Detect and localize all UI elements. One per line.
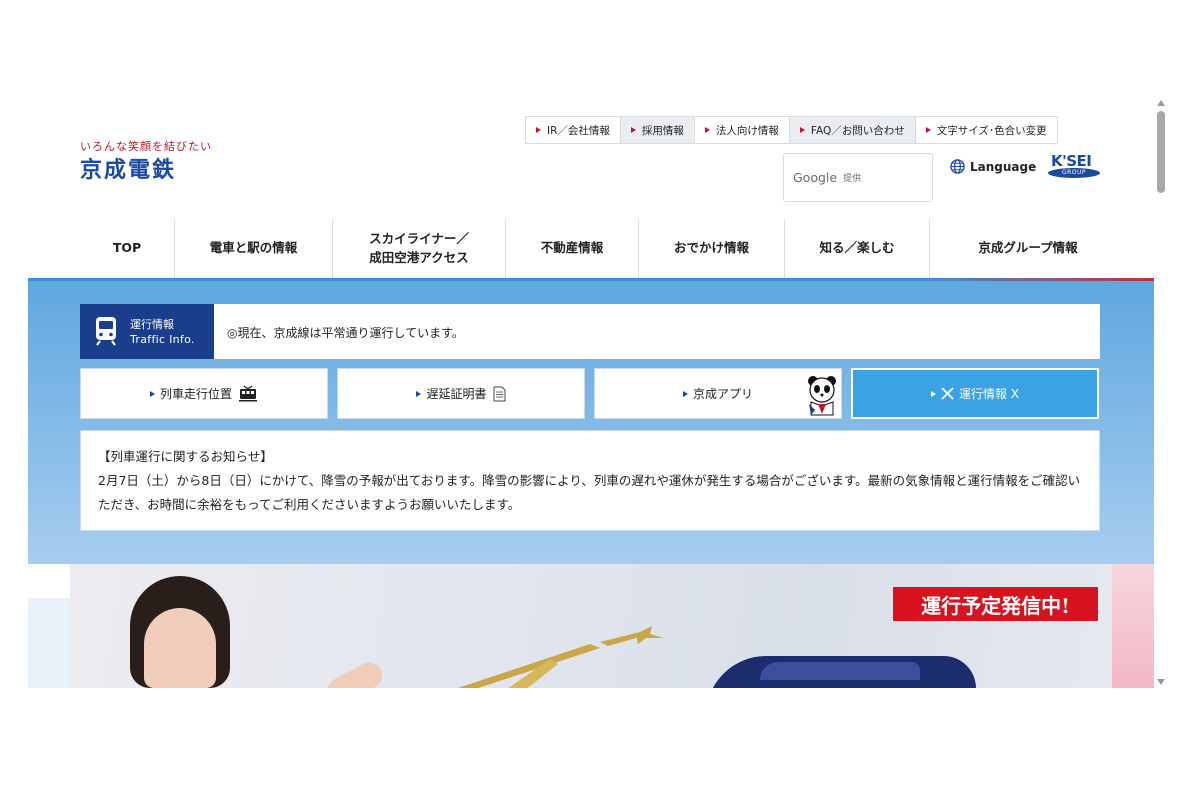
util-link-label: 採用情報 (641, 124, 684, 137)
arrow-right-icon (930, 390, 936, 397)
nav-train-station[interactable]: 電車と駅の情報 (175, 219, 333, 278)
train-location-button[interactable]: 列車走行位置 (80, 368, 328, 419)
hero-carousel[interactable]: 運行予定発信中! (28, 564, 1154, 688)
traffic-info-bar[interactable]: 運行情報 Traffic Info. ◎現在、京成線は平常通り運行しています。 (80, 304, 1100, 359)
train-icon (96, 317, 116, 346)
traffic-label-en: Traffic Info. (130, 333, 195, 346)
shortcut-buttons: 列車走行位置 遅延証明書 京成アプリ 運行情報 X (80, 368, 1100, 419)
globe-icon (950, 159, 965, 174)
scroll-down-icon[interactable] (1157, 679, 1165, 685)
util-link-label: 文字サイズ･色合い変更 (936, 124, 1047, 137)
util-link-label: FAQ／お問い合わせ (810, 124, 905, 137)
nav-real-estate[interactable]: 不動産情報 (506, 219, 639, 278)
browser-viewport: いろんな笑顔を結びたい 京成電鉄 IR／会社情報 採用情報 法人向け情報 FAQ… (28, 97, 1154, 688)
nav-learn-enjoy[interactable]: 知る／楽しむ (785, 219, 930, 278)
main-nav: TOP 電車と駅の情報 スカイライナー／ 成田空港アクセス 不動産情報 おでかけ… (80, 219, 1126, 278)
nav-top[interactable]: TOP (80, 219, 175, 278)
train-window (760, 662, 920, 680)
notice-body: 2月7日（土）から8日（日）にかけて、降雪の予報が出ております。降雪の影響により… (98, 473, 1081, 512)
scrollbar[interactable] (1154, 97, 1168, 688)
hero-next-slide[interactable] (1112, 564, 1154, 688)
delay-certificate-button[interactable]: 遅延証明書 (337, 368, 585, 419)
util-link-recruit[interactable]: 採用情報 (620, 117, 695, 143)
utility-links: IR／会社情報 採用情報 法人向け情報 FAQ／お問い合わせ 文字サイズ･色合い… (525, 116, 1058, 144)
scrollbar-thumb[interactable] (1157, 111, 1165, 193)
nav-group-info[interactable]: 京成グループ情報 (930, 219, 1126, 278)
train-icon (239, 385, 257, 401)
person-face (144, 608, 216, 688)
pointing-hand (323, 657, 387, 688)
util-link-text-size[interactable]: 文字サイズ･色合い変更 (916, 117, 1057, 143)
site-logo[interactable]: 京成電鉄 (80, 152, 176, 184)
notice-title: 【列車運行に関するお知らせ】 (98, 449, 273, 464)
search-provided-label: 提供 (843, 174, 862, 184)
service-notice: 【列車運行に関するお知らせ】 2月7日（土）から8日（日）にかけて、降雪の予報が… (80, 430, 1100, 531)
util-link-ir[interactable]: IR／会社情報 (526, 117, 621, 143)
arrow-right-icon (925, 127, 931, 133)
hero-image[interactable]: 運行予定発信中! (70, 564, 1112, 688)
keisei-app-button[interactable]: 京成アプリ (594, 368, 842, 419)
x-logo-icon (941, 387, 954, 400)
language-button[interactable]: Language (950, 159, 1036, 174)
arrow-right-icon (416, 390, 422, 397)
util-link-faq[interactable]: FAQ／お問い合わせ (789, 117, 916, 143)
shortcut-label: 京成アプリ (692, 387, 753, 401)
util-link-label: IR／会社情報 (547, 124, 610, 137)
document-icon (493, 386, 505, 401)
hero-banner-text: 運行予定発信中! (893, 587, 1098, 621)
arrow-right-icon (799, 127, 805, 133)
traffic-label-jp: 運行情報 (130, 318, 174, 331)
search-input[interactable]: Google 提供 (783, 153, 933, 202)
google-logo: Google (793, 170, 838, 185)
gold-k-logo (458, 626, 664, 688)
x-traffic-info-button[interactable]: 運行情報 X (851, 368, 1099, 419)
panda-icon (808, 376, 836, 416)
nav-outing[interactable]: おでかけ情報 (639, 219, 785, 278)
util-link-label: 法人向け情報 (715, 124, 779, 137)
traffic-info-label: 運行情報 Traffic Info. (80, 304, 214, 359)
util-link-corporate[interactable]: 法人向け情報 (695, 117, 790, 143)
hero-prev-slide[interactable] (28, 598, 70, 688)
shortcut-label: 列車走行位置 (159, 387, 232, 401)
shortcut-label: 遅延証明書 (426, 387, 487, 401)
language-label: Language (970, 159, 1037, 174)
arrow-right-icon (630, 127, 636, 133)
traffic-status-message: ◎現在、京成線は平常通り運行しています。 (227, 326, 464, 340)
arrow-right-icon (536, 127, 541, 133)
arrow-right-icon (704, 127, 710, 133)
scroll-up-icon[interactable] (1157, 100, 1165, 106)
group-logo-sub: GROUP (1048, 168, 1100, 178)
arrow-right-icon (149, 390, 155, 397)
nav-skyliner[interactable]: スカイライナー／ 成田空港アクセス (333, 219, 506, 278)
shortcut-label: 運行情報 X (958, 387, 1020, 401)
arrow-right-icon (682, 390, 688, 397)
keisei-group-logo[interactable]: K'SEI GROUP (1046, 152, 1102, 182)
